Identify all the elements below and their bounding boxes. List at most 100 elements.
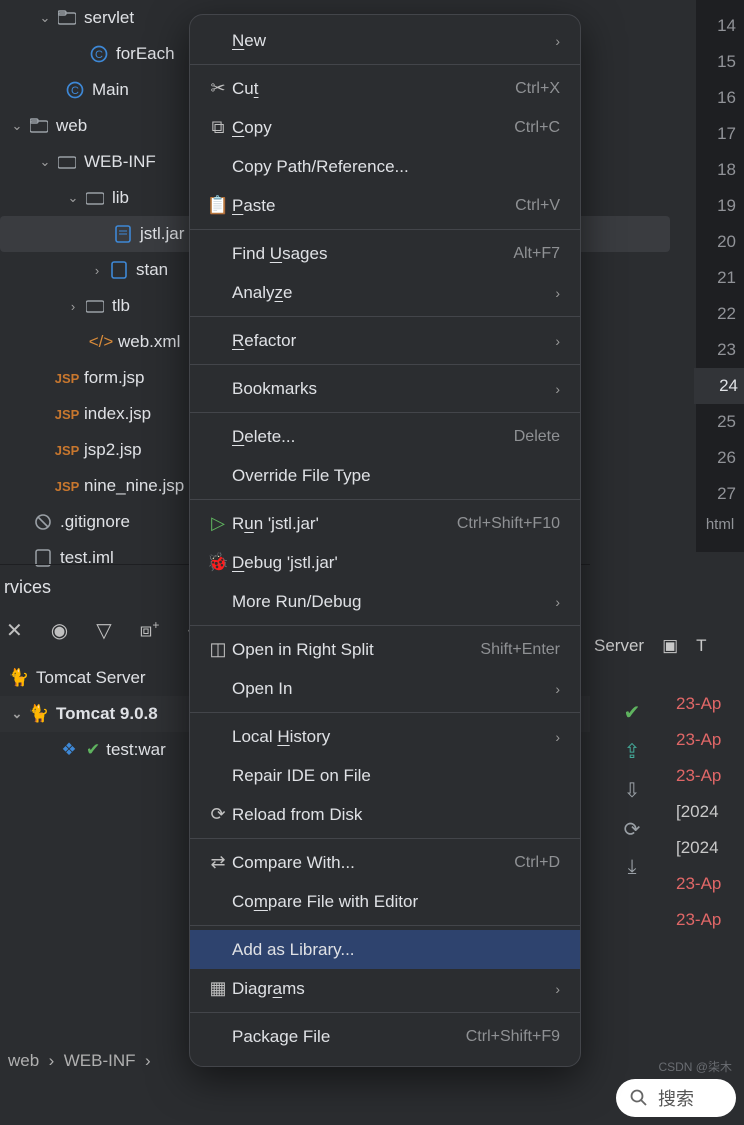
log-line: 23-Ap	[676, 902, 744, 938]
reload-icon: ⟳	[204, 804, 232, 825]
jsp-icon: JSP	[56, 443, 78, 458]
log-line: [2024	[676, 794, 744, 830]
export-icon[interactable]: ⤓	[620, 856, 644, 879]
search-input[interactable]: 搜索	[616, 1079, 736, 1117]
search-placeholder: 搜索	[658, 1085, 694, 1111]
menu-separator	[190, 64, 580, 65]
breadcrumb-item[interactable]: WEB-INF	[64, 1051, 136, 1070]
tree-label: Tomcat Server	[36, 668, 146, 688]
refresh-icon[interactable]: ⟳	[620, 817, 644, 842]
log-line: 23-Ap	[676, 758, 744, 794]
menu-copy[interactable]: ⧉CopyCtrl+C	[190, 108, 580, 147]
menu-delete[interactable]: Delete...Delete	[190, 417, 580, 456]
log-line: 23-Ap	[676, 686, 744, 722]
chevron-down-icon: ⌄	[8, 706, 26, 722]
log-line: 23-Ap	[676, 866, 744, 902]
chevron-right-icon: ›	[64, 299, 82, 314]
menu-separator	[190, 1012, 580, 1013]
line-number: 26	[696, 440, 744, 476]
line-number: 14	[696, 8, 744, 44]
menu-find-usages[interactable]: Find UsagesAlt+F7	[190, 234, 580, 273]
archive-icon	[108, 261, 130, 279]
line-number: 17	[696, 116, 744, 152]
menu-open-split[interactable]: ◫Open in Right SplitShift+Enter	[190, 630, 580, 669]
tree-label: web	[56, 116, 87, 136]
tree-label: nine_nine.jsp	[84, 476, 184, 496]
class-icon: C	[64, 81, 86, 99]
folder-icon	[56, 10, 78, 26]
breadcrumb[interactable]: web › WEB-INF ›	[0, 1039, 159, 1083]
folder-icon	[84, 298, 106, 314]
menu-add-as-library[interactable]: Add as Library...	[190, 930, 580, 969]
check-icon: ✔	[620, 700, 644, 725]
menu-compare-editor[interactable]: Compare File with Editor	[190, 882, 580, 921]
debug-icon: 🐞	[204, 552, 232, 573]
menu-package-file[interactable]: Package FileCtrl+Shift+F9	[190, 1017, 580, 1056]
scissors-icon: ✂	[204, 78, 232, 99]
run-icon: ▷	[204, 513, 232, 534]
tree-label: test:war	[106, 740, 166, 760]
tab-t[interactable]: T	[696, 636, 706, 656]
xml-icon: </>	[90, 332, 112, 352]
archive-icon	[112, 225, 134, 243]
menu-bookmarks[interactable]: Bookmarks›	[190, 369, 580, 408]
chevron-down-icon: ⌄	[36, 154, 54, 170]
menu-reload-disk[interactable]: ⟳Reload from Disk	[190, 795, 580, 834]
tree-label: form.jsp	[84, 368, 144, 388]
folder-icon	[56, 154, 78, 170]
menu-refactor[interactable]: Refactor›	[190, 321, 580, 360]
filter-icon[interactable]: ▽	[96, 618, 111, 644]
menu-cut[interactable]: ✂CutCtrl+X	[190, 69, 580, 108]
menu-separator	[190, 712, 580, 713]
close-icon[interactable]: ✕	[6, 618, 23, 644]
menu-compare-with[interactable]: ⇄Compare With...Ctrl+D	[190, 843, 580, 882]
line-number: 25	[696, 404, 744, 440]
menu-override-filetype[interactable]: Override File Type	[190, 456, 580, 495]
tree-label: forEach	[116, 44, 175, 64]
menu-diagrams[interactable]: ▦Diagrams›	[190, 969, 580, 1008]
breadcrumb-item[interactable]: web	[8, 1051, 39, 1070]
diagram-icon: ▦	[204, 978, 232, 999]
tree-label: tlb	[112, 296, 130, 316]
editor-gutter: 14 15 16 17 18 19 20 21 22 23 24 25 26 2…	[696, 0, 744, 552]
menu-repair-ide[interactable]: Repair IDE on File	[190, 756, 580, 795]
artifact-icon: ❖	[58, 740, 80, 760]
menu-analyze[interactable]: Analyze›	[190, 273, 580, 312]
menu-more-run[interactable]: More Run/Debug›	[190, 582, 580, 621]
line-number: 20	[696, 224, 744, 260]
menu-open-in[interactable]: Open In›	[190, 669, 580, 708]
log-line: 23-Ap	[676, 722, 744, 758]
line-number-current: 24	[694, 368, 744, 404]
server-tabs[interactable]: Server ▣ T	[594, 636, 744, 656]
gutter-tag: html	[706, 516, 734, 533]
menu-paste[interactable]: 📋PasteCtrl+V	[190, 186, 580, 225]
tomcat-icon: 🐈	[28, 704, 50, 724]
svg-text:C: C	[71, 85, 79, 97]
server-log[interactable]: 23-Ap 23-Ap 23-Ap [2024 [2024 23-Ap 23-A…	[676, 686, 744, 938]
tree-label: Main	[92, 80, 129, 100]
context-menu[interactable]: NNewew› ✂CutCtrl+X ⧉CopyCtrl+C Copy Path…	[189, 14, 581, 1067]
paste-icon: 📋	[204, 195, 232, 216]
menu-separator	[190, 412, 580, 413]
add-icon[interactable]: ⧈+	[140, 618, 160, 644]
up-icon[interactable]: ⇪	[620, 739, 644, 764]
menu-local-history[interactable]: Local History›	[190, 717, 580, 756]
tree-label: index.jsp	[84, 404, 151, 424]
tab-server[interactable]: Server	[594, 636, 644, 656]
jsp-icon: JSP	[56, 371, 78, 386]
menu-new[interactable]: NNewew›	[190, 21, 580, 60]
menu-copy-path[interactable]: Copy Path/Reference...	[190, 147, 580, 186]
menu-separator	[190, 364, 580, 365]
folder-icon	[28, 118, 50, 134]
search-icon	[630, 1089, 648, 1107]
menu-run[interactable]: ▷Run 'jstl.jar'Ctrl+Shift+F10	[190, 504, 580, 543]
menu-debug[interactable]: 🐞Debug 'jstl.jar'	[190, 543, 580, 582]
line-number: 21	[696, 260, 744, 296]
eye-icon[interactable]: ◉	[51, 618, 68, 644]
terminal-icon[interactable]: ▣	[662, 636, 678, 656]
tomcat-icon: 🐈	[8, 668, 30, 688]
tree-label: stan	[136, 260, 168, 280]
line-number: 22	[696, 296, 744, 332]
tree-label: lib	[112, 188, 129, 208]
down-icon[interactable]: ⇩	[620, 778, 644, 803]
